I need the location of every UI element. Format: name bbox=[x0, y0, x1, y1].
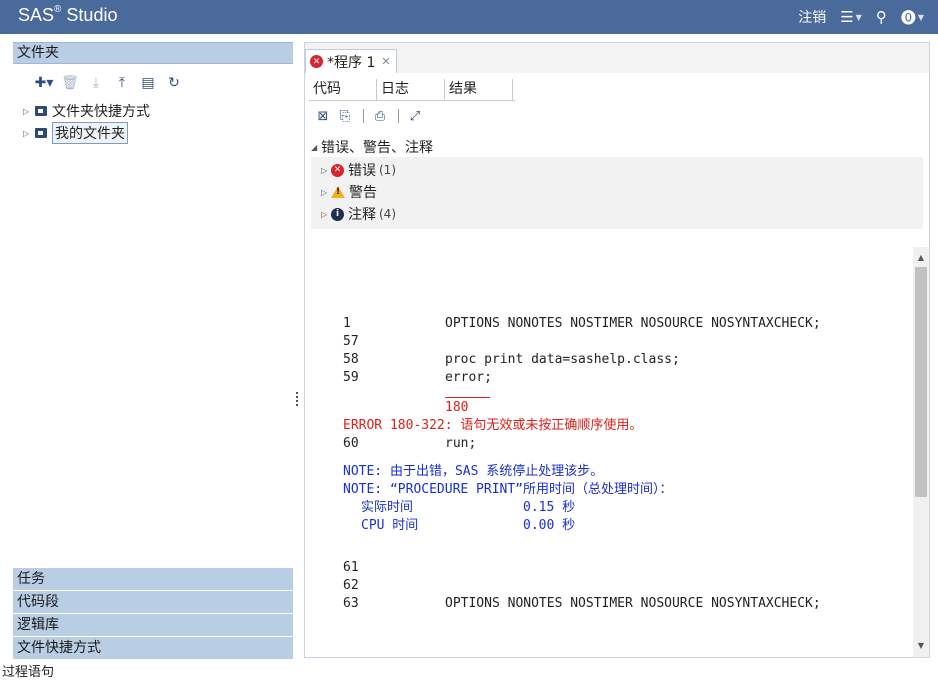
scrollbar-thumb[interactable] bbox=[915, 267, 927, 497]
scroll-up-icon[interactable]: ▲ bbox=[913, 251, 929, 265]
summary-notes[interactable]: ▷ i 注释 (4) bbox=[321, 203, 396, 225]
status-bar: 过程语句 bbox=[2, 665, 55, 680]
upload-icon[interactable]: ⤒ bbox=[109, 72, 135, 94]
navigation-pane: 文件夹 ✚▾ 🗑 ⤓ ⤒ ▤ ↻ ▷ 文件夹快捷方式 ▷ 我的文件夹 任务 代码… bbox=[13, 42, 293, 662]
folder-tree: ▷ 文件夹快捷方式 ▷ 我的文件夹 bbox=[23, 100, 150, 144]
collapse-triangle-icon[interactable]: ◢ bbox=[311, 143, 321, 152]
log-output[interactable]: 1 OPTIONS NONOTES NOSTIMER NOSOURCE NOSYN… bbox=[305, 247, 913, 657]
note-message: NOTE: 由于出错，SAS 系统停止处理该步。 bbox=[343, 464, 604, 479]
tree-item-folder-shortcuts[interactable]: ▷ 文件夹快捷方式 bbox=[23, 100, 150, 122]
info-icon: i bbox=[331, 207, 344, 221]
download-log-icon[interactable]: ⎘ bbox=[335, 107, 355, 125]
maximize-icon[interactable]: ⤢ bbox=[405, 107, 425, 125]
help-icon[interactable]: ⓿ ▼ bbox=[901, 7, 924, 28]
error-message: ERROR 180-322: 语句无效或未按正确顺序使用。 bbox=[343, 418, 643, 433]
folders-section-header[interactable]: 文件夹 bbox=[13, 42, 293, 64]
expand-triangle-icon[interactable]: ▷ bbox=[321, 210, 331, 219]
error-icon: ✕ bbox=[310, 55, 323, 68]
save-log-icon[interactable]: ⊠ bbox=[313, 107, 333, 125]
logout-link[interactable]: 注销 bbox=[798, 7, 826, 27]
summary-errors[interactable]: ▷ ✕ 错误 (1) bbox=[321, 159, 396, 181]
tab-results[interactable]: 结果 bbox=[445, 79, 513, 100]
search-icon[interactable]: ⚲ bbox=[876, 8, 887, 26]
properties-icon[interactable]: ▤ bbox=[135, 72, 161, 94]
summary-warnings[interactable]: ▷ 警告 bbox=[321, 181, 377, 203]
error-icon: ✕ bbox=[331, 163, 344, 177]
app-header: SAS® Studio 注销 ☰ ▼ ⚲ ⓿ ▼ bbox=[0, 0, 938, 34]
pane-splitter[interactable] bbox=[296, 390, 299, 414]
download-icon[interactable]: ⤓ bbox=[83, 72, 109, 94]
tasks-section[interactable]: 任务 bbox=[13, 568, 293, 591]
snippets-section[interactable]: 代码段 bbox=[13, 591, 293, 614]
log-scrollbar[interactable]: ▲ ▼ bbox=[913, 247, 929, 657]
program-tab[interactable]: ✕ *程序 1 ✕ bbox=[305, 49, 397, 73]
expand-triangle-icon[interactable]: ▷ bbox=[23, 129, 35, 138]
view-tabs: 代码 日志 结果 bbox=[309, 79, 515, 101]
log-toolbar: ⊠ ⎘ ⎙ ⤢ bbox=[313, 107, 427, 125]
warning-icon bbox=[331, 186, 345, 198]
libraries-section[interactable]: 逻辑库 bbox=[13, 614, 293, 637]
my-folder-icon bbox=[35, 128, 47, 138]
scroll-down-icon[interactable]: ▼ bbox=[913, 639, 929, 653]
print-icon[interactable]: ⎙ bbox=[370, 107, 390, 125]
tree-item-my-folders[interactable]: ▷ 我的文件夹 bbox=[23, 122, 150, 144]
summary-header[interactable]: ◢ 错误、警告、注释 bbox=[311, 137, 433, 157]
folder-toolbar: ✚▾ 🗑 ⤓ ⤒ ▤ ↻ bbox=[31, 72, 187, 94]
new-file-icon[interactable]: ✚▾ bbox=[31, 72, 57, 94]
refresh-icon[interactable]: ↻ bbox=[161, 72, 187, 94]
note-message: NOTE: “PROCEDURE PRINT”所用时间（总处理时间）： bbox=[343, 482, 673, 497]
folder-shortcut-icon bbox=[35, 106, 47, 116]
program-content: 代码 日志 结果 ⊠ ⎘ ⎙ ⤢ ◢ 错误、警告、注释 ▷ ✕ 错误 (1) ▷ bbox=[305, 73, 929, 657]
log-summary: ▷ ✕ 错误 (1) ▷ 警告 ▷ i 注释 (4) bbox=[311, 157, 923, 229]
app-brand: SAS® Studio bbox=[18, 4, 118, 25]
tab-log[interactable]: 日志 bbox=[377, 79, 445, 100]
work-area: ✕ *程序 1 ✕ 代码 日志 结果 ⊠ ⎘ ⎙ ⤢ ◢ 错误、警告、注释 ▷ … bbox=[304, 42, 930, 658]
file-shortcuts-section[interactable]: 文件快捷方式 bbox=[13, 637, 293, 660]
close-icon[interactable]: ✕ bbox=[381, 55, 390, 68]
tab-code[interactable]: 代码 bbox=[309, 79, 377, 100]
delete-icon[interactable]: 🗑 bbox=[57, 72, 83, 94]
expand-triangle-icon[interactable]: ▷ bbox=[321, 188, 331, 197]
expand-triangle-icon[interactable]: ▷ bbox=[23, 107, 35, 116]
expand-triangle-icon[interactable]: ▷ bbox=[321, 166, 331, 175]
menu-icon[interactable]: ☰ ▼ bbox=[840, 8, 862, 26]
